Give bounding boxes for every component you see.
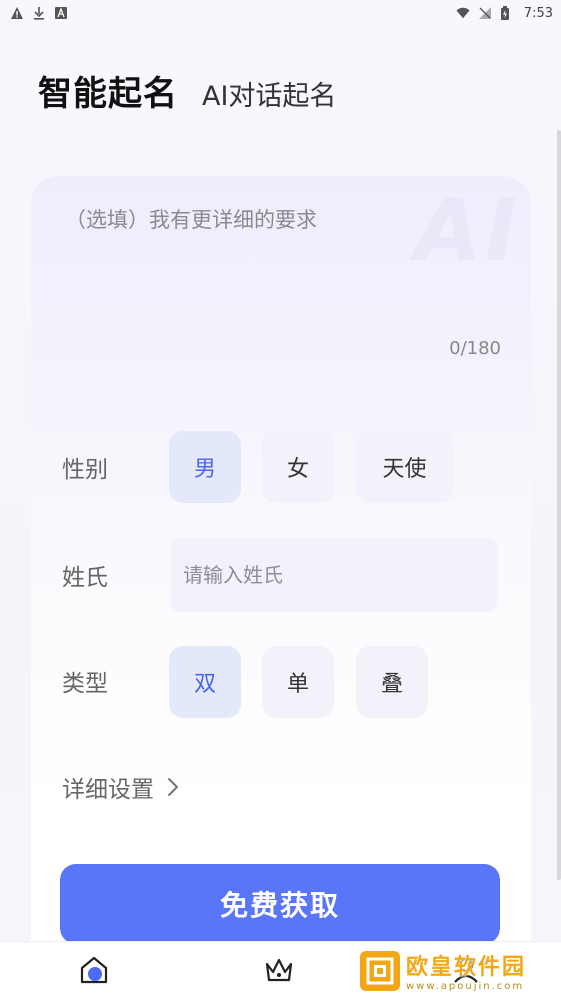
- gender-option-angel[interactable]: 天使: [356, 431, 453, 503]
- surname-label: 姓氏: [62, 565, 108, 591]
- home-icon[interactable]: [78, 954, 110, 986]
- get-free-button[interactable]: 免费获取: [60, 864, 500, 944]
- wifi-icon: [456, 6, 470, 20]
- header: 智能起名 AI对话起名: [38, 66, 336, 115]
- gender-label: 性别: [62, 457, 108, 483]
- page: 7:53 智能起名 AI对话起名 AI 0/180 性别 男 女 天使 姓氏 类…: [0, 0, 561, 997]
- type-option-double[interactable]: 双: [169, 646, 241, 718]
- status-time: 7:53: [523, 5, 553, 21]
- type-label: 类型: [62, 671, 108, 697]
- page-title[interactable]: 智能起名: [38, 66, 178, 115]
- chevron-right-icon: [166, 776, 180, 798]
- char-counter: 0/180: [449, 338, 501, 359]
- watermark-title: 欧皇软件园: [406, 955, 527, 980]
- no-signal-icon: [478, 6, 492, 20]
- site-watermark: 欧皇软件园 www.apoujin.com: [360, 944, 561, 997]
- battery-icon: [500, 6, 514, 20]
- naming-form-card: AI 0/180 性别 男 女 天使 姓氏 类型 双 单 叠 详细设置 免费获取: [31, 176, 531, 997]
- watermark-url: www.apoujin.com: [406, 981, 525, 992]
- tab-ai-chat-naming[interactable]: AI对话起名: [202, 74, 336, 113]
- crown-icon[interactable]: [263, 954, 295, 986]
- status-bar: 7:53: [0, 0, 561, 26]
- detail-requirements-input[interactable]: [65, 204, 485, 314]
- download-icon: [32, 6, 46, 20]
- app-notification-icon: [54, 6, 68, 20]
- gender-option-female[interactable]: 女: [262, 431, 334, 503]
- detail-settings-link[interactable]: 详细设置: [62, 770, 180, 804]
- detail-settings-label: 详细设置: [62, 777, 154, 803]
- watermark-text: 欧皇软件园 www.apoujin.com: [406, 949, 526, 992]
- type-option-single[interactable]: 单: [262, 646, 334, 718]
- scrollbar[interactable]: [557, 130, 561, 880]
- surname-input[interactable]: [170, 538, 498, 612]
- gender-option-male[interactable]: 男: [169, 431, 241, 503]
- warning-icon: [10, 6, 24, 20]
- status-left: [10, 6, 68, 20]
- watermark-logo-icon: [360, 950, 400, 991]
- type-option-repeat[interactable]: 叠: [356, 646, 428, 718]
- status-right: 7:53: [456, 6, 553, 21]
